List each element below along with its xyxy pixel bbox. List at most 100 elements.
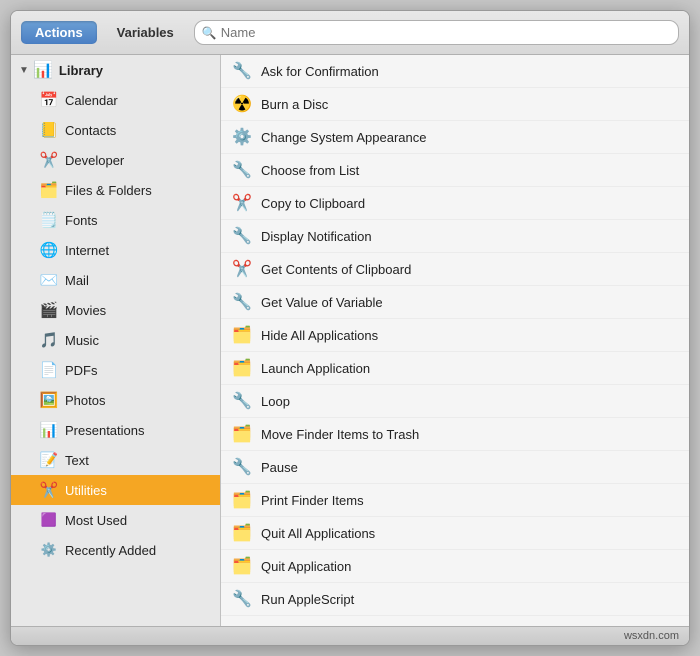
- list-item-choose-list[interactable]: 🔧 Choose from List: [221, 154, 689, 187]
- tab-actions[interactable]: Actions: [21, 21, 97, 44]
- ask-confirmation-icon: 🔧: [231, 60, 253, 82]
- sidebar-item-text[interactable]: 📝 Text: [11, 445, 220, 475]
- right-panel: 🔧 Ask for Confirmation ☢️ Burn a Disc ⚙️…: [221, 55, 689, 626]
- library-section-header[interactable]: ▼ 📊 Library: [11, 55, 220, 85]
- footer-credit: wsxdn.com: [624, 630, 679, 642]
- sidebar-item-label: Music: [65, 333, 99, 348]
- list-item-label: Get Value of Variable: [261, 295, 383, 310]
- sidebar-item-utilities[interactable]: ✂️ Utilities: [11, 475, 220, 505]
- get-variable-icon: 🔧: [231, 291, 253, 313]
- sidebar-item-label: Files & Folders: [65, 183, 152, 198]
- sidebar-item-internet[interactable]: 🌐 Internet: [11, 235, 220, 265]
- loop-icon: 🔧: [231, 390, 253, 412]
- sidebar-item-label: Mail: [65, 273, 89, 288]
- list-item-label: Run AppleScript: [261, 592, 354, 607]
- sidebar-item-label: Most Used: [65, 513, 127, 528]
- list-item-label: Display Notification: [261, 229, 372, 244]
- sidebar-item-contacts[interactable]: 📒 Contacts: [11, 115, 220, 145]
- sidebar-item-files-folders[interactable]: 🗂️ Files & Folders: [11, 175, 220, 205]
- burn-disc-icon: ☢️: [231, 93, 253, 115]
- sidebar-item-label: Internet: [65, 243, 109, 258]
- files-folders-icon: 🗂️: [39, 180, 59, 200]
- move-trash-icon: 🗂️: [231, 423, 253, 445]
- run-applescript-icon: 🔧: [231, 588, 253, 610]
- sidebar-item-label: Photos: [65, 393, 105, 408]
- library-label: Library: [59, 63, 103, 78]
- sidebar-item-pdfs[interactable]: 📄 PDFs: [11, 355, 220, 385]
- list-item-change-appearance[interactable]: ⚙️ Change System Appearance: [221, 121, 689, 154]
- list-item-loop[interactable]: 🔧 Loop: [221, 385, 689, 418]
- sidebar-item-label: Calendar: [65, 93, 118, 108]
- list-item-label: Copy to Clipboard: [261, 196, 365, 211]
- sidebar-item-recently-added[interactable]: ⚙️ Recently Added: [11, 535, 220, 565]
- mail-icon: ✉️: [39, 270, 59, 290]
- list-item-label: Change System Appearance: [261, 130, 427, 145]
- search-input[interactable]: [194, 20, 679, 45]
- list-item-quit-app[interactable]: 🗂️ Quit Application: [221, 550, 689, 583]
- list-item-display-notification[interactable]: 🔧 Display Notification: [221, 220, 689, 253]
- quit-app-icon: 🗂️: [231, 555, 253, 577]
- list-item-label: Quit All Applications: [261, 526, 375, 541]
- list-item-get-clipboard[interactable]: ✂️ Get Contents of Clipboard: [221, 253, 689, 286]
- list-item-print-finder[interactable]: 🗂️ Print Finder Items: [221, 484, 689, 517]
- list-item-label: Ask for Confirmation: [261, 64, 379, 79]
- change-appearance-icon: ⚙️: [231, 126, 253, 148]
- sidebar-item-presentations[interactable]: 📊 Presentations: [11, 415, 220, 445]
- utilities-icon: ✂️: [39, 480, 59, 500]
- list-item-pause[interactable]: 🔧 Pause: [221, 451, 689, 484]
- pause-icon: 🔧: [231, 456, 253, 478]
- sidebar-item-label: Fonts: [65, 213, 98, 228]
- presentations-icon: 📊: [39, 420, 59, 440]
- sidebar-item-label: Movies: [65, 303, 106, 318]
- text-icon: 📝: [39, 450, 59, 470]
- hide-apps-icon: 🗂️: [231, 324, 253, 346]
- sidebar-item-label: Contacts: [65, 123, 116, 138]
- sidebar-item-label: Developer: [65, 153, 124, 168]
- sidebar-item-music[interactable]: 🎵 Music: [11, 325, 220, 355]
- library-icon: 📊: [33, 60, 53, 80]
- most-used-icon: 🟪: [39, 510, 59, 530]
- sidebar-item-fonts[interactable]: 🗒️ Fonts: [11, 205, 220, 235]
- sidebar-item-calendar[interactable]: 📅 Calendar: [11, 85, 220, 115]
- toolbar: Actions Variables 🔍: [11, 11, 689, 55]
- fonts-icon: 🗒️: [39, 210, 59, 230]
- calendar-icon: 📅: [39, 90, 59, 110]
- sidebar-item-label: Recently Added: [65, 543, 156, 558]
- developer-icon: ✂️: [39, 150, 59, 170]
- recently-added-icon: ⚙️: [39, 540, 59, 560]
- list-item-run-applescript[interactable]: 🔧 Run AppleScript: [221, 583, 689, 616]
- sidebar-item-movies[interactable]: 🎬 Movies: [11, 295, 220, 325]
- list-item-label: Move Finder Items to Trash: [261, 427, 419, 442]
- list-item-get-variable[interactable]: 🔧 Get Value of Variable: [221, 286, 689, 319]
- chevron-down-icon: ▼: [19, 65, 29, 76]
- list-item-burn-disc[interactable]: ☢️ Burn a Disc: [221, 88, 689, 121]
- photos-icon: 🖼️: [39, 390, 59, 410]
- list-item-label: Print Finder Items: [261, 493, 364, 508]
- internet-icon: 🌐: [39, 240, 59, 260]
- footer: wsxdn.com: [11, 626, 689, 645]
- list-item-launch-app[interactable]: 🗂️ Launch Application: [221, 352, 689, 385]
- get-clipboard-icon: ✂️: [231, 258, 253, 280]
- sidebar-item-label: Utilities: [65, 483, 107, 498]
- left-panel: ▼ 📊 Library 📅 Calendar 📒 Contacts ✂️ Dev…: [11, 55, 221, 626]
- sidebar-item-mail[interactable]: ✉️ Mail: [11, 265, 220, 295]
- list-item-label: Pause: [261, 460, 298, 475]
- list-item-quit-all[interactable]: 🗂️ Quit All Applications: [221, 517, 689, 550]
- sidebar-item-label: Presentations: [65, 423, 145, 438]
- tab-variables[interactable]: Variables: [103, 21, 188, 44]
- list-item-label: Hide All Applications: [261, 328, 378, 343]
- list-item-label: Launch Application: [261, 361, 370, 376]
- list-item-move-trash[interactable]: 🗂️ Move Finder Items to Trash: [221, 418, 689, 451]
- list-item-label: Loop: [261, 394, 290, 409]
- main-window: Actions Variables 🔍 ▼ 📊 Library 📅 Calend…: [10, 10, 690, 646]
- choose-list-icon: 🔧: [231, 159, 253, 181]
- copy-clipboard-icon: ✂️: [231, 192, 253, 214]
- launch-app-icon: 🗂️: [231, 357, 253, 379]
- list-item-copy-clipboard[interactable]: ✂️ Copy to Clipboard: [221, 187, 689, 220]
- sidebar-item-most-used[interactable]: 🟪 Most Used: [11, 505, 220, 535]
- sidebar-item-developer[interactable]: ✂️ Developer: [11, 145, 220, 175]
- list-item-hide-apps[interactable]: 🗂️ Hide All Applications: [221, 319, 689, 352]
- list-item-ask-confirmation[interactable]: 🔧 Ask for Confirmation: [221, 55, 689, 88]
- sidebar-item-photos[interactable]: 🖼️ Photos: [11, 385, 220, 415]
- display-notification-icon: 🔧: [231, 225, 253, 247]
